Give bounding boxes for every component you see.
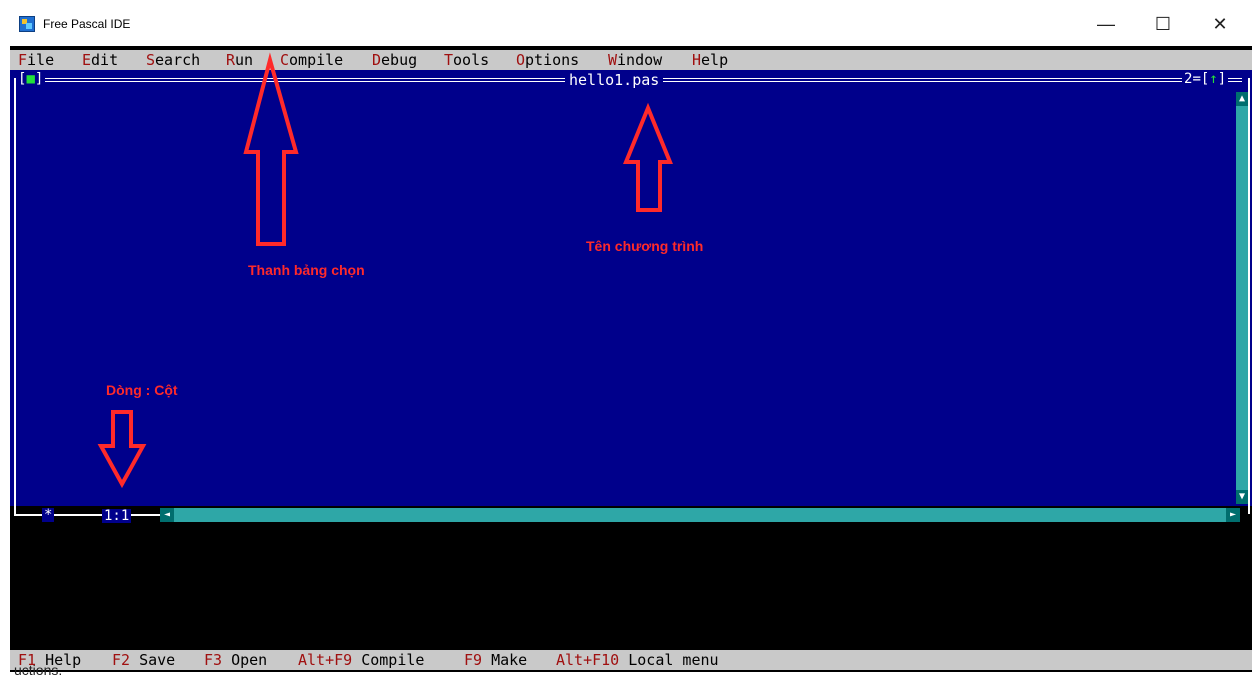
annotation-program-name: Tên chương trình [586,238,704,254]
page-footer-fragment: uctions. [14,662,63,678]
line-col-arrow [97,410,147,489]
program-name-arrow [623,102,673,212]
annotation-arrows [97,52,673,489]
menu-bar-arrow [243,52,299,246]
annotation-line-col: Dòng : Cột [106,382,178,398]
annotation-menu-bar: Thanh bảng chọn [248,262,365,278]
